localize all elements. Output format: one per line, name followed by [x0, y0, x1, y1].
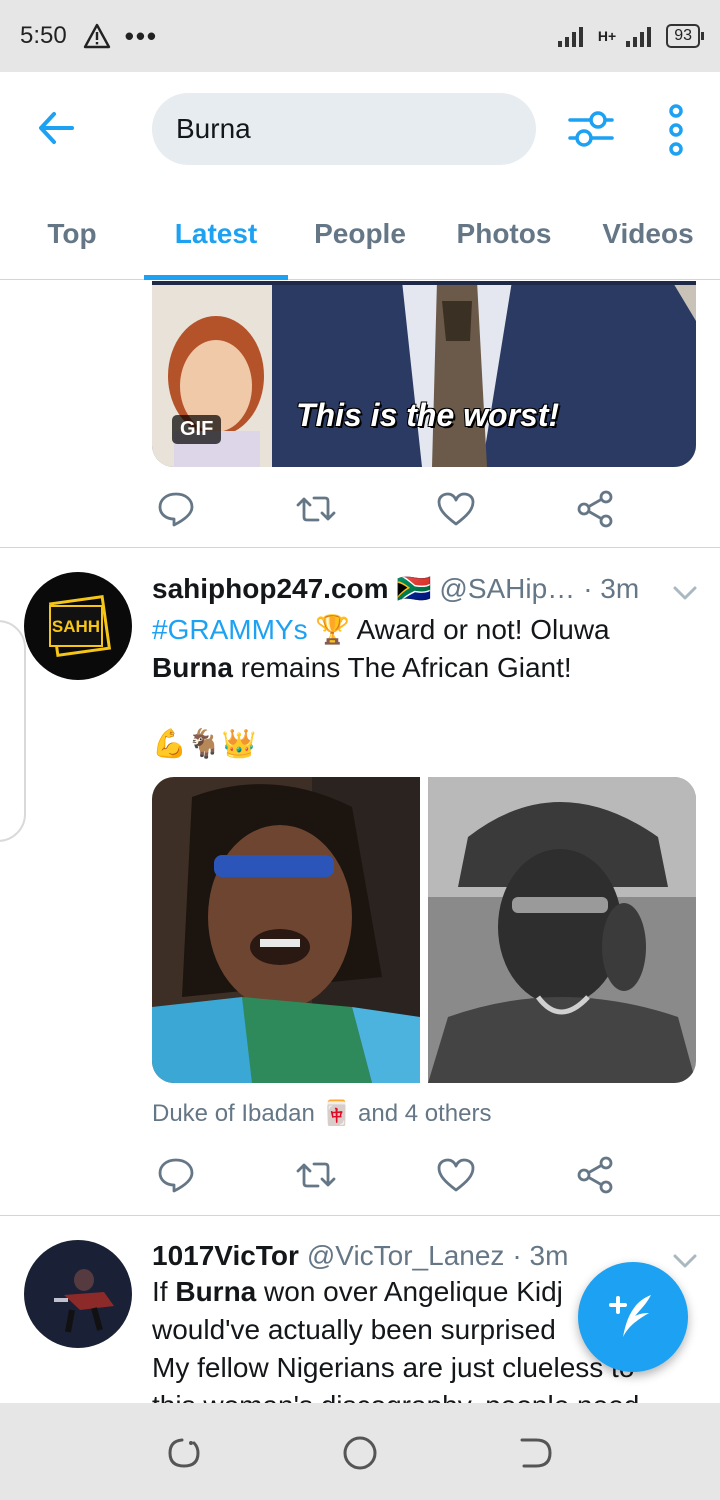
tweet-author-name[interactable]: sahiphop247.com	[152, 573, 389, 605]
tweet-text-part: If	[152, 1276, 176, 1307]
like-icon[interactable]	[436, 489, 476, 529]
flag-emoji: 🇿🇦	[396, 573, 432, 604]
side-panel-handle[interactable]	[0, 620, 26, 842]
battery-indicator: 93	[666, 24, 704, 48]
trophy-emoji: 🏆	[315, 614, 351, 645]
tweet-text-part: won over Angelique Kidj	[256, 1276, 563, 1307]
gif-badge: GIF	[172, 415, 222, 444]
search-input[interactable]: Burna	[152, 93, 536, 165]
tweet-text-line: this woman's discography, people need	[152, 1390, 639, 1403]
filter-icon[interactable]	[566, 106, 616, 152]
tweet-text-part: Award or not! Oluwa	[350, 614, 610, 645]
tweet-actions	[152, 1155, 632, 1195]
more-notifications-icon: •••	[124, 20, 159, 51]
tweet-gif-media[interactable]: GIF This is the worst!	[152, 281, 696, 467]
tweet-text-line: My fellow Nigerians are just clueless to	[152, 1352, 635, 1383]
tweet-photo-1[interactable]	[152, 777, 420, 1083]
tweet-emojis: 💪🐐👑	[152, 728, 257, 759]
share-icon[interactable]	[576, 489, 616, 529]
chevron-down-icon[interactable]	[672, 585, 698, 601]
tweet-time: · 3m	[583, 573, 640, 604]
gif-caption: This is the worst!	[296, 397, 560, 433]
recent-apps-icon[interactable]	[164, 1433, 204, 1473]
tab-people[interactable]: People	[288, 190, 432, 278]
tweet-author-handle[interactable]: @SAHip…	[439, 573, 575, 605]
tweet-divider	[0, 1215, 720, 1216]
tweet-highlight: Burna	[152, 652, 233, 683]
like-icon[interactable]	[436, 1155, 476, 1195]
tweet-body: #GRAMMYs 🏆 Award or not! Oluwa Burna rem…	[152, 611, 672, 763]
tweet-header: 1017VicTor @VicTor_Lanez · 3m	[152, 1240, 662, 1272]
tab-top[interactable]: Top	[0, 190, 144, 278]
tab-photos[interactable]: Photos	[432, 190, 576, 278]
signal-icon-2	[626, 27, 652, 47]
tab-videos[interactable]: Videos	[576, 190, 720, 278]
reply-icon[interactable]	[156, 489, 196, 529]
tweet-divider	[0, 547, 720, 548]
photo-image	[152, 777, 420, 1083]
tab-latest[interactable]: Latest	[144, 190, 288, 280]
avatar[interactable]	[24, 1240, 132, 1348]
liked-by-rest: and 4 others	[358, 1100, 492, 1127]
search-tabs: Top Latest People Photos Videos	[0, 190, 720, 280]
system-nav-bar	[0, 1403, 720, 1500]
back-nav-icon[interactable]	[516, 1433, 556, 1473]
liked-by-symbol: 🀄	[321, 1100, 352, 1127]
search-header: Burna	[0, 72, 720, 190]
tweet-header: sahiphop247.com 🇿🇦 @SAHip… · 3m	[152, 572, 662, 605]
warning-icon	[83, 23, 110, 49]
share-icon[interactable]	[576, 1155, 616, 1195]
tweet-author-name[interactable]: 1017VicTor	[152, 1240, 299, 1272]
status-bar: 5:50 ••• H+ 93	[0, 0, 720, 72]
tweet-actions	[152, 489, 632, 529]
signal-icon	[557, 27, 583, 47]
compose-tweet-button[interactable]	[578, 1262, 688, 1372]
reply-icon[interactable]	[156, 1155, 196, 1195]
liked-by-name: Duke of Ibadan	[152, 1100, 315, 1127]
compose-icon	[609, 1295, 651, 1337]
tweet-highlight: Burna	[175, 1276, 257, 1307]
network-type: H+	[597, 28, 617, 44]
tweet-text-part: remains The African Giant!	[232, 652, 572, 683]
photo-image	[428, 777, 696, 1083]
tweet-feed[interactable]: GIF This is the worst! SAHH sahiphop247.…	[0, 281, 720, 1403]
home-icon[interactable]	[340, 1433, 380, 1473]
status-indicators: H+ 93	[557, 24, 704, 48]
liked-by-text[interactable]: Duke of Ibadan 🀄 and 4 others	[152, 1099, 491, 1128]
more-vertical-icon[interactable]	[664, 104, 688, 156]
search-query: Burna	[176, 113, 251, 144]
tweet-author-handle[interactable]: @VicTor_Lanez	[307, 1240, 505, 1272]
avatar[interactable]: SAHH	[24, 572, 132, 680]
retweet-icon[interactable]	[296, 489, 336, 529]
tweet-text-line: would've actually been surprised	[152, 1314, 556, 1345]
sahiphop-logo: SAHH	[24, 572, 132, 680]
hashtag-link[interactable]: #GRAMMYs	[152, 614, 308, 645]
retweet-icon[interactable]	[296, 1155, 336, 1195]
tweet-time: · 3m	[512, 1240, 569, 1271]
avatar-image	[24, 1240, 132, 1348]
back-arrow-icon[interactable]	[36, 108, 76, 148]
svg-text:SAHH: SAHH	[52, 617, 100, 636]
status-time: 5:50	[20, 22, 67, 49]
chevron-down-icon[interactable]	[672, 1253, 698, 1269]
gif-image	[152, 281, 696, 467]
tweet-photo-2[interactable]	[428, 777, 696, 1083]
